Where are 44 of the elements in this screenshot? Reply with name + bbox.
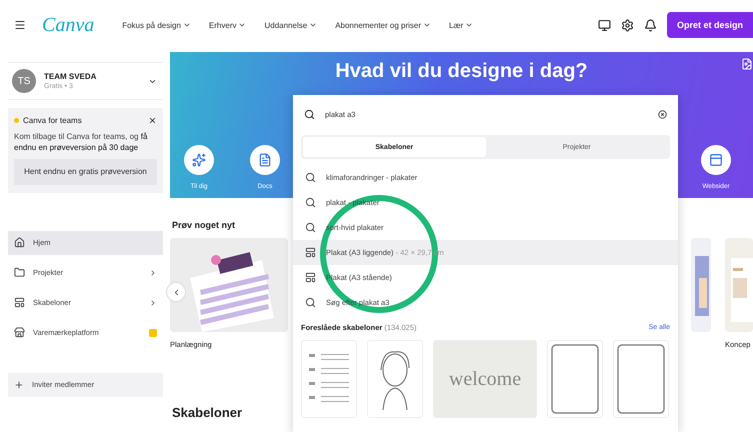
nav-menu[interactable]: Erhverv <box>204 18 250 32</box>
avatar: TS <box>12 69 36 93</box>
caret-icon <box>465 21 474 29</box>
search-icon <box>304 108 315 120</box>
promo-text: Kom tilbage til Canva for teams, og få endnu en prøveversion på 30 dage <box>14 131 148 154</box>
page-icon[interactable] <box>741 58 753 70</box>
search-icon <box>305 172 316 183</box>
search-icon <box>305 197 316 208</box>
bell-icon[interactable] <box>644 18 657 32</box>
create-design-button[interactable]: Opret et design <box>666 12 753 38</box>
nav-menu[interactable]: Uddannelse <box>260 18 322 32</box>
frame-template-thumbnail <box>550 343 600 415</box>
template-icon <box>14 297 25 308</box>
folder-icon <box>14 267 25 278</box>
settings-icon[interactable] <box>620 18 634 32</box>
monitor-icon[interactable] <box>598 18 611 32</box>
team-name: TEAM SVEDA <box>44 72 98 81</box>
caret-icon <box>423 21 432 29</box>
template-icon <box>305 272 316 283</box>
nav-menu[interactable]: Fokus på design <box>118 18 195 32</box>
banner-title: Hvad vil du designe i dag? <box>335 60 588 83</box>
menu-icon <box>14 19 26 31</box>
clear-icon[interactable] <box>658 110 667 118</box>
sparkle-icon <box>192 153 206 167</box>
caret-icon <box>238 21 246 29</box>
nav-menu[interactable]: Lær <box>445 18 478 32</box>
thumbnail-text: welcome <box>448 368 522 390</box>
search-icon <box>305 222 316 233</box>
section-title: Prøv noget nyt <box>172 220 236 230</box>
trial-button[interactable]: Hent endnu en gratis prøveversion <box>14 159 157 185</box>
store-icon <box>14 327 25 338</box>
home-icon <box>14 237 25 248</box>
promo-title: Canva for teams <box>23 116 83 125</box>
plus-icon <box>14 380 24 390</box>
caret-icon <box>182 21 191 29</box>
frame-template-thumbnail <box>616 343 666 415</box>
caret-icon <box>309 21 318 29</box>
nav-menu[interactable]: Abonnementer og priser <box>331 18 436 32</box>
document-icon <box>258 153 272 167</box>
webpage-icon <box>709 153 723 167</box>
close-icon[interactable] <box>148 116 157 125</box>
template-icon <box>305 247 316 258</box>
search-icon <box>305 297 316 308</box>
section-title: Skabeloner <box>172 405 244 420</box>
